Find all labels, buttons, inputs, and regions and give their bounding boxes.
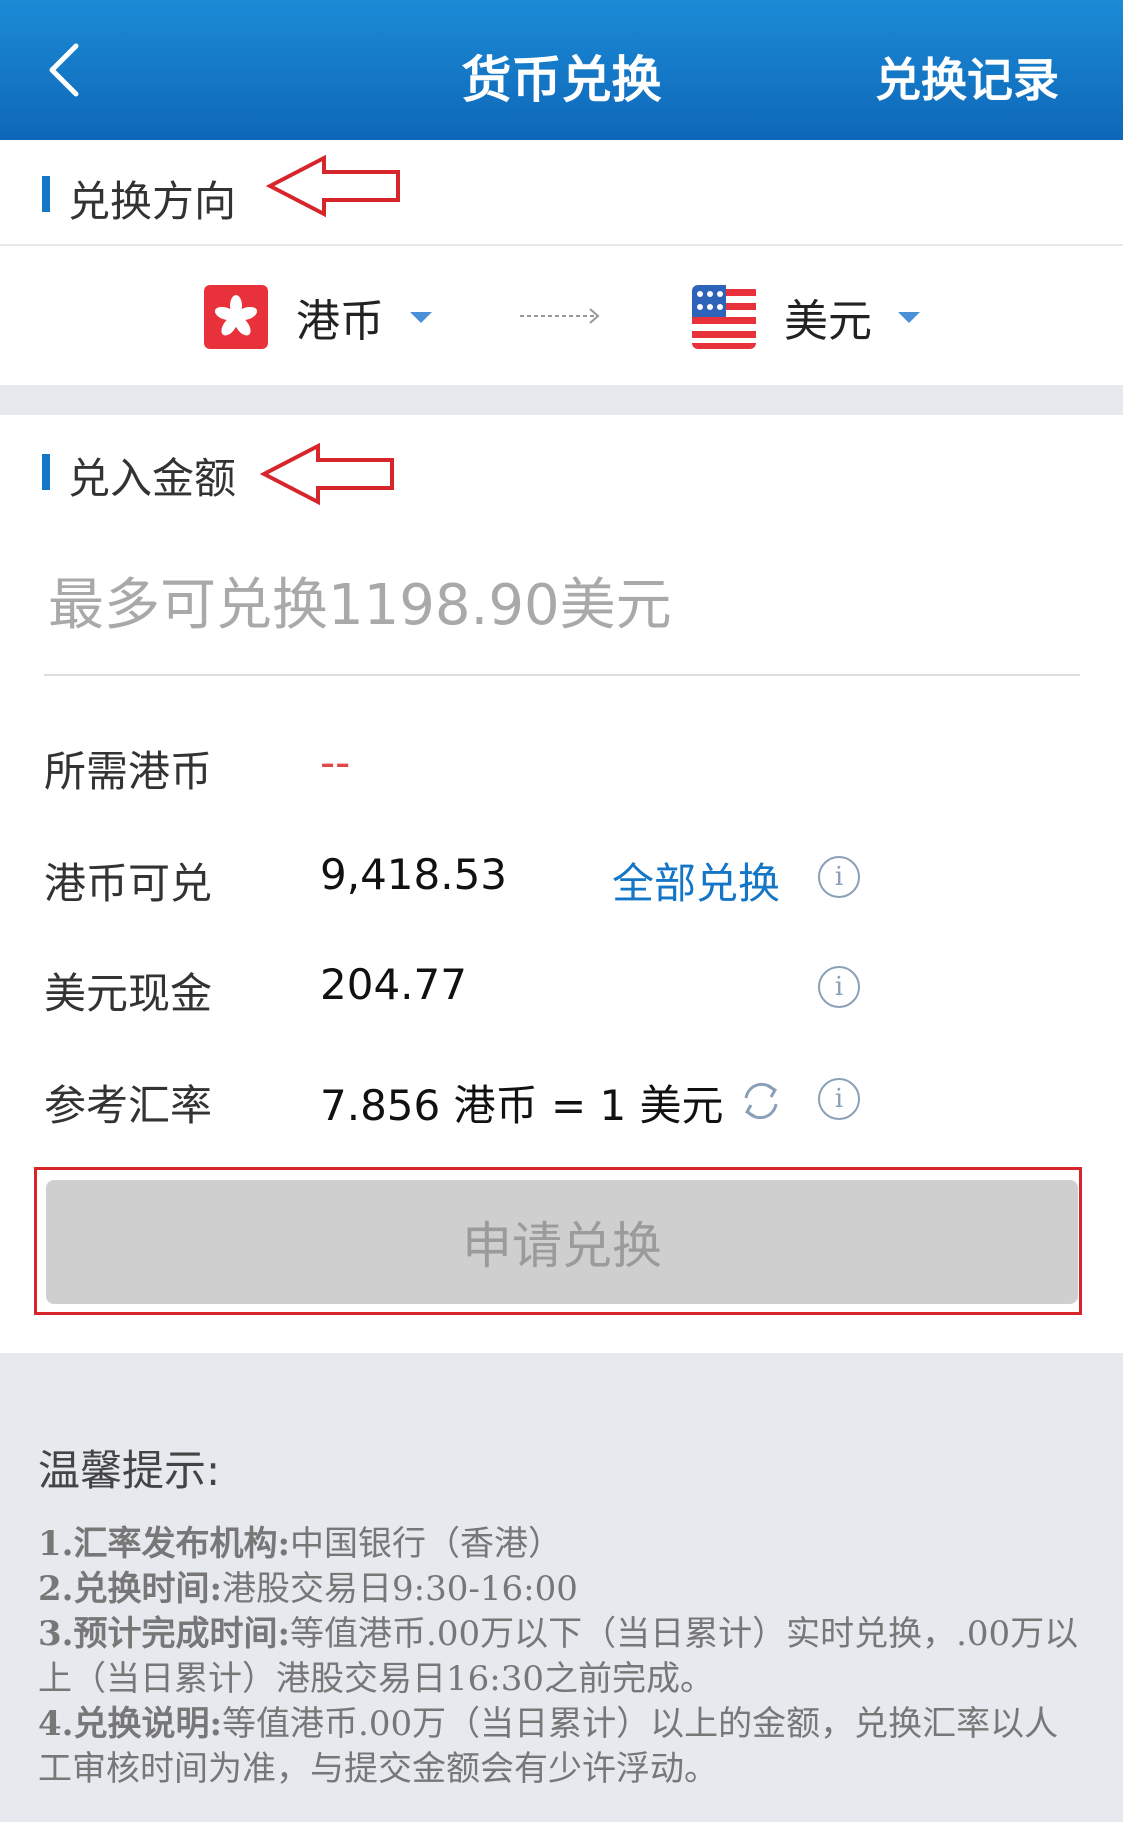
section-marker bbox=[42, 454, 50, 490]
tip-label: 4.兑换说明: bbox=[38, 1704, 223, 1744]
usd-cash-label: 美元现金 bbox=[44, 969, 213, 1018]
to-currency-selector[interactable]: 美元 bbox=[692, 282, 920, 352]
info-icon[interactable]: i bbox=[818, 1078, 860, 1120]
dotted-arrow-icon bbox=[520, 308, 600, 324]
us-flag-icon bbox=[692, 285, 756, 349]
tip-label: 3.预计完成时间: bbox=[38, 1614, 291, 1654]
exchange-all-button[interactable]: 全部兑换 bbox=[612, 850, 780, 911]
tip-text: 港股交易日9:30-16:00 bbox=[222, 1569, 578, 1609]
chevron-down-icon bbox=[410, 311, 432, 323]
direction-section-title: 兑换方向 bbox=[68, 177, 237, 226]
section-marker bbox=[42, 176, 50, 212]
from-currency-selector[interactable]: 港币 bbox=[204, 282, 432, 352]
tip-item: 1.汇率发布机构:中国银行（香港） bbox=[38, 1522, 1088, 1567]
annotation-arrow-icon bbox=[260, 442, 394, 506]
reference-rate-value: 7.856 港币 = 1 美元 bbox=[320, 1081, 724, 1130]
refresh-icon[interactable] bbox=[738, 1078, 784, 1124]
tips-title: 温馨提示: bbox=[38, 1446, 221, 1495]
hong-kong-flag-icon bbox=[204, 285, 268, 349]
apply-exchange-button[interactable]: 申请兑换 bbox=[46, 1180, 1078, 1304]
amount-input-underline bbox=[44, 674, 1080, 676]
amount-section-title: 兑入金额 bbox=[68, 454, 237, 503]
from-currency-name: 港币 bbox=[296, 296, 384, 347]
divider bbox=[0, 244, 1123, 246]
tip-item: 3.预计完成时间:等值港币.00万以下（当日累计）实时兑换，.00万以上（当日累… bbox=[38, 1612, 1088, 1702]
available-hkd-label: 港币可兑 bbox=[44, 859, 213, 908]
direction-card: 兑换方向 bbox=[0, 140, 1123, 385]
tip-text: 中国银行（香港） bbox=[290, 1524, 563, 1564]
info-icon[interactable]: i bbox=[818, 856, 860, 898]
info-icon[interactable]: i bbox=[818, 966, 860, 1008]
exchange-record-link[interactable]: 兑换记录 bbox=[875, 44, 1059, 110]
required-hkd-label: 所需港币 bbox=[44, 747, 213, 796]
required-hkd-value: -- bbox=[320, 738, 351, 787]
available-hkd-value: 9,418.53 bbox=[320, 850, 508, 899]
tip-label: 1.汇率发布机构: bbox=[38, 1524, 291, 1564]
tips-section: 温馨提示: 1.汇率发布机构:中国银行（香港） 2.兑换时间:港股交易日9:30… bbox=[38, 1437, 1088, 1792]
usd-cash-value: 204.77 bbox=[320, 960, 467, 1009]
tip-item: 4.兑换说明:等值港币.00万（当日累计）以上的金额，兑换汇率以人工审核时间为准… bbox=[38, 1702, 1088, 1792]
chevron-down-icon bbox=[898, 311, 920, 323]
annotation-arrow-icon bbox=[266, 154, 400, 218]
amount-input[interactable]: 最多可兑换1198.90美元 bbox=[48, 560, 672, 641]
tip-item: 2.兑换时间:港股交易日9:30-16:00 bbox=[38, 1567, 1088, 1612]
reference-rate-label: 参考汇率 bbox=[44, 1081, 213, 1130]
nav-bar: 货币兑换 兑换记录 bbox=[0, 0, 1123, 140]
to-currency-name: 美元 bbox=[784, 296, 872, 347]
tip-label: 2.兑换时间: bbox=[38, 1569, 223, 1609]
